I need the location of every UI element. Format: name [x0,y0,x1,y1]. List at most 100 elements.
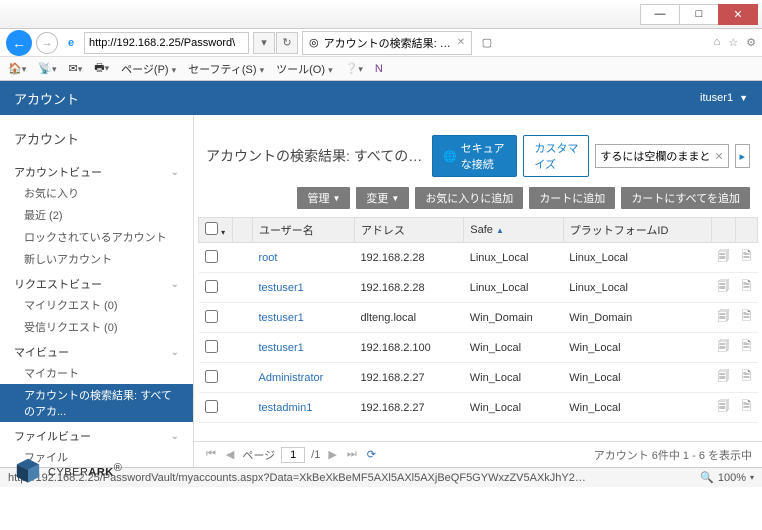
menu-rss-icon[interactable]: 📡▾ [38,62,56,75]
copy-icon[interactable]: 🗐 [712,243,736,273]
secure-connect-button[interactable]: 🌐セキュアな接続 [432,135,517,177]
browser-tab[interactable]: ◎ アカウントの検索結果: すべて... ✕ [302,31,472,55]
menu-home-icon[interactable]: 🏠▾ [8,62,26,75]
sidebar-item[interactable]: マイリクエスト (0) [0,294,193,316]
sidebar-item[interactable]: ロックされているアカウント [0,226,193,248]
sidebar-item[interactable]: アカウントの検索結果: すべてのアカ... [0,384,193,422]
menu-onenote-icon[interactable]: N [375,63,383,75]
new-tab-button[interactable]: ▢ [476,32,498,54]
sidebar-item[interactable]: マイカート [0,362,193,384]
search-go-button[interactable]: ▸ [735,144,750,168]
window-maximize-button[interactable]: □ [679,4,719,25]
pager-page-input[interactable] [281,447,305,463]
chevron-down-icon: ⌄ [171,167,179,178]
sidebar-item[interactable]: 新しいアカウント [0,248,193,270]
column-header[interactable]: ▾ [199,218,233,243]
detail-icon[interactable]: 🗎 [736,333,758,363]
copy-icon[interactable]: 🗐 [712,273,736,303]
row-checkbox[interactable] [205,400,218,413]
cell-username[interactable]: Administrator [253,363,355,393]
cell-username[interactable]: testadmin1 [253,393,355,423]
window-close-button[interactable]: ✕ [718,4,758,25]
sidebar-group[interactable]: マイビュー⌄ [0,338,193,362]
detail-icon[interactable]: 🗎 [736,393,758,423]
cell-safe: Win_Local [464,393,564,423]
column-header[interactable]: ユーザー名 [253,218,355,243]
menu-help-icon[interactable]: ❔▾ [345,62,363,75]
detail-icon[interactable]: 🗎 [736,273,758,303]
cell-platform: Win_Domain [563,303,711,333]
pager-prev-button[interactable]: ◀ [224,448,236,461]
column-header[interactable] [233,218,253,243]
sidebar-group[interactable]: リクエストビュー⌄ [0,270,193,294]
add-cart-button[interactable]: カートに追加 [529,187,615,209]
add-favorite-button[interactable]: お気に入りに追加 [415,187,523,209]
column-header[interactable]: Safe ▲ [464,218,564,243]
table-row[interactable]: testuser1dlteng.localWin_DomainWin_Domai… [199,303,758,333]
nav-back-button[interactable]: ← [6,30,32,56]
url-dropdown-button[interactable]: ▾ [253,32,275,54]
ie-icon: e [62,34,80,52]
menu-page[interactable]: ページ(P) ▾ [121,61,176,77]
detail-icon[interactable]: 🗎 [736,303,758,333]
sidebar-group[interactable]: アカウントビュー⌄ [0,158,193,182]
cell-platform: Linux_Local [563,243,711,273]
row-checkbox[interactable] [205,340,218,353]
pager-refresh-button[interactable]: ⟳ [365,448,378,461]
clear-search-icon[interactable]: ✕ [714,150,723,163]
pager-next-button[interactable]: ▶ [326,448,338,461]
sidebar-item[interactable]: 最近 (2) [0,204,193,226]
pager-last-button[interactable]: ⏭ [345,448,359,461]
customize-button[interactable]: カスタマイズ [523,135,589,177]
sidebar-item[interactable]: お気に入り [0,182,193,204]
sidebar-item[interactable]: 受信リクエスト (0) [0,316,193,338]
menu-tools[interactable]: ツール(O) ▾ [276,61,332,77]
copy-icon[interactable]: 🗐 [712,393,736,423]
cell-username[interactable]: testuser1 [253,303,355,333]
row-checkbox[interactable] [205,370,218,383]
detail-icon[interactable]: 🗎 [736,363,758,393]
user-menu[interactable]: ituser1 ▼ [700,92,748,104]
menu-print-icon[interactable]: 🖶▾ [94,59,109,78]
zoom-control[interactable]: 🔍 100% ▾ [700,471,754,484]
nav-forward-button[interactable]: → [36,32,58,54]
tab-close-icon[interactable]: ✕ [457,37,465,48]
table-row[interactable]: testuser1192.168.2.28Linux_LocalLinux_Lo… [199,273,758,303]
table-row[interactable]: root192.168.2.28Linux_LocalLinux_Local🗐🗎 [199,243,758,273]
column-header[interactable] [712,218,736,243]
pager-first-button[interactable]: ⏮ [204,448,218,461]
column-header[interactable] [736,218,758,243]
browser-navbar: ← → e ▾ ↻ ◎ アカウントの検索結果: すべて... ✕ ▢ ⌂ ☆ ⚙ [0,29,762,57]
cell-username[interactable]: root [253,243,355,273]
window-minimize-button[interactable]: — [640,4,680,25]
search-box[interactable]: ✕ [595,144,728,168]
detail-icon[interactable]: 🗎 [736,243,758,273]
column-header[interactable]: プラットフォームID [563,218,711,243]
manage-button[interactable]: 管理▼ [297,187,350,209]
copy-icon[interactable]: 🗐 [712,303,736,333]
favorites-icon[interactable]: ☆ [728,36,738,49]
copy-icon[interactable]: 🗐 [712,363,736,393]
column-header[interactable]: アドレス [354,218,463,243]
table-row[interactable]: testuser1192.168.2.100Win_LocalWin_Local… [199,333,758,363]
menu-safety[interactable]: セーフティ(S) ▾ [188,61,264,77]
add-all-cart-button[interactable]: カートにすべてを追加 [621,187,750,209]
tools-icon[interactable]: ⚙ [746,36,756,49]
copy-icon[interactable]: 🗐 [712,333,736,363]
change-button[interactable]: 変更▼ [356,187,409,209]
home-icon[interactable]: ⌂ [714,36,721,49]
select-all-checkbox[interactable] [205,222,218,235]
table-row[interactable]: testadmin1192.168.2.27Win_LocalWin_Local… [199,393,758,423]
sidebar-group[interactable]: ファイルビュー⌄ [0,422,193,446]
table-row[interactable]: Administrator192.168.2.27Win_LocalWin_Lo… [199,363,758,393]
cell-address: 192.168.2.27 [354,363,463,393]
row-checkbox[interactable] [205,280,218,293]
row-checkbox[interactable] [205,250,218,263]
refresh-button[interactable]: ↻ [276,32,298,54]
cell-username[interactable]: testuser1 [253,273,355,303]
row-checkbox[interactable] [205,310,218,323]
cell-username[interactable]: testuser1 [253,333,355,363]
address-bar[interactable] [84,32,249,54]
search-input[interactable] [600,150,710,162]
menu-mail-icon[interactable]: ✉▾ [68,62,82,75]
